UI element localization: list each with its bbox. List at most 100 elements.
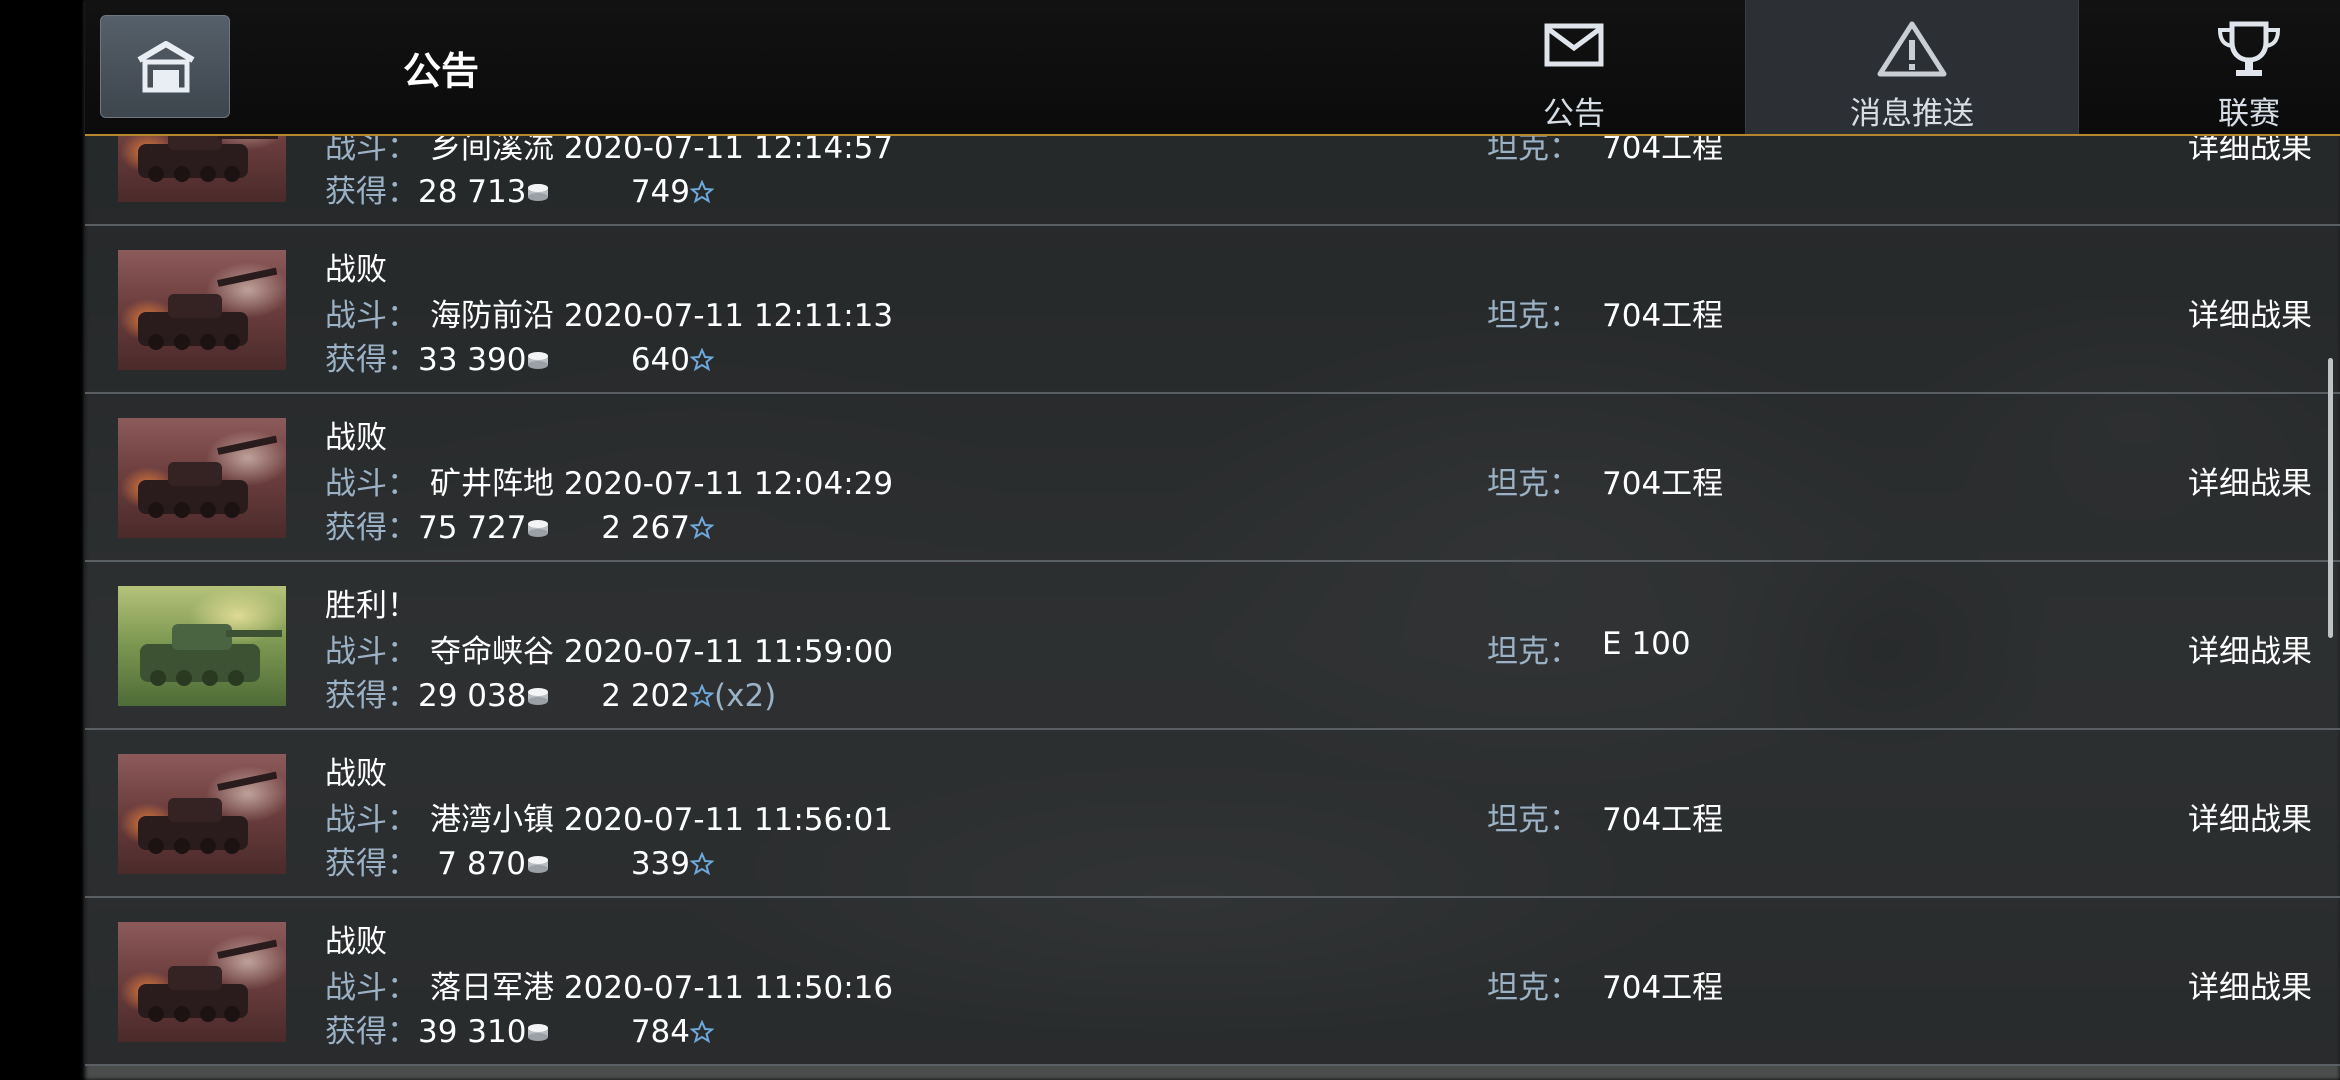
credits-value: 29 038 [418,678,527,714]
details-link[interactable]: 详细战果 [2188,290,2312,335]
trophy-icon [2217,21,2281,76]
map-name: 矿井阵地 [430,466,554,502]
xp-value: 640 [630,342,690,378]
tab-label: 公告 [1543,96,1605,132]
xp-value: 749 [630,174,690,210]
mail-icon [1544,23,1604,67]
tank-silhouette-icon [140,624,282,686]
map-name: 海防前沿 [430,298,554,334]
xp-star-icon [689,848,715,884]
xp-star-icon [689,680,715,716]
credits-value: 39 310 [418,1014,527,1050]
credits-coin-icon [526,848,550,884]
battle-label: 战斗： [325,970,418,1006]
page-title: 公告 [403,49,480,93]
tank-silhouette-icon [138,771,278,854]
credits-coin-icon [526,680,550,716]
battle-row[interactable]: 战败 战斗： 港湾小镇 2020-07-11 11:56:01 获得： 7 870 3… [85,730,2340,898]
credits-coin-icon [526,344,550,380]
battle-label: 战斗： [325,634,418,670]
xp-multiplier: (x2) [714,678,777,714]
xp-star-icon [689,344,715,380]
battle-row[interactable]: 胜利！ 战斗： 夺命峡谷 2020-07-11 11:59:00 获得：29 03… [85,562,2340,730]
battle-info: 战斗： 矿井阵地 2020-07-11 12:04:29 [325,458,893,503]
tank-silhouette-icon [138,435,278,518]
details-link[interactable]: 详细战果 [2188,794,2312,839]
tank-thumbnail [118,418,286,538]
earned-label: 获得： [325,846,418,882]
earned-label: 获得： [325,678,418,714]
xp-value: 2 267 [601,510,690,546]
tab-notifications[interactable]: 消息推送 [1745,0,2079,134]
earnings: 获得：33 390 640 [325,334,715,380]
tank-name: 704工程 [1602,970,1724,1006]
earned-label: 获得： [325,510,418,546]
tank-label: 坦克： [1487,466,1580,502]
battle-label: 战斗： [325,466,418,502]
xp-value: 339 [630,846,690,882]
details-link[interactable]: 详细战果 [2188,626,2312,671]
credits-value: 28 713 [418,174,527,210]
battle-row[interactable]: 战败 战斗： 落日军港 2020-07-11 11:50:16 获得：39 310… [85,898,2340,1066]
top-bar: 公告 公告 消息推送 联赛 [85,0,2340,136]
tank-thumbnail [118,754,286,874]
battle-list[interactable]: 战斗： 乡间溪流 2020-07-11 12:14:57 获得：28 713 749… [85,0,2340,1080]
earned-label: 获得： [325,342,418,378]
tank-thumbnail [118,586,286,706]
tank-name: E 100 [1602,626,1691,662]
garage-home-button[interactable] [100,15,230,118]
tab-announcements[interactable]: 公告 [1407,0,1741,134]
earned-label: 获得： [325,174,418,210]
tank-silhouette-icon [138,939,278,1022]
earned-label: 获得： [325,1014,418,1050]
battle-info: 战斗： 港湾小镇 2020-07-11 11:56:01 [325,794,893,839]
tank-label: 坦克： [1487,634,1580,670]
game-screen: 战斗： 乡间溪流 2020-07-11 12:14:57 获得：28 713 749… [0,0,2340,1080]
tab-league[interactable]: 联赛 [2082,0,2340,134]
tab-label: 联赛 [2218,96,2280,132]
tank-name: 704工程 [1602,298,1724,334]
tank-name: 704工程 [1602,466,1724,502]
credits-value: 33 390 [418,342,527,378]
details-link[interactable]: 详细战果 [2188,962,2312,1007]
battle-info: 战斗： 夺命峡谷 2020-07-11 11:59:00 [325,626,893,671]
credits-coin-icon [526,512,550,548]
tank-label: 坦克： [1487,298,1580,334]
tank-name: 704工程 [1602,802,1724,838]
xp-star-icon [689,1016,715,1052]
earnings: 获得： 7 870 339 [325,838,715,884]
battle-result: 战败 [325,252,387,288]
credits-coin-icon [526,1016,550,1052]
xp-star-icon [689,176,715,212]
battle-row[interactable]: 战败 战斗： 矿井阵地 2020-07-11 12:04:29 获得：75 727… [85,394,2340,562]
battle-time: 2020-07-11 12:11:13 [563,298,894,334]
xp-value: 784 [630,1014,690,1050]
battle-time: 2020-07-11 11:50:16 [563,970,894,1006]
earnings: 获得：75 727 2 267 [325,502,715,548]
tab-label: 消息推送 [1850,96,1974,132]
earnings: 获得：28 713 749 [325,166,715,212]
xp-star-icon [689,512,715,548]
battle-time: 2020-07-11 11:59:00 [563,634,894,670]
battle-label: 战斗： [325,298,418,334]
details-link[interactable]: 详细战果 [2188,458,2312,503]
battle-time: 2020-07-11 12:04:29 [563,466,894,502]
scrollbar[interactable] [2328,358,2333,638]
credits-value: 7 870 [437,846,526,882]
credits-value: 75 727 [418,510,527,546]
battle-result: 战败 [325,924,387,960]
garage-icon [137,41,195,93]
earnings: 获得：29 038 2 202 (x2) [325,670,776,716]
map-name: 港湾小镇 [430,802,554,838]
map-name: 夺命峡谷 [430,634,554,670]
battle-result: 战败 [325,756,387,792]
battle-info: 战斗： 海防前沿 2020-07-11 12:11:13 [325,290,893,335]
battle-row[interactable]: 战败 战斗： 海防前沿 2020-07-11 12:11:13 获得：33 390… [85,226,2340,394]
battle-result: 战败 [325,420,387,456]
xp-value: 2 202 [601,678,690,714]
map-name: 落日军港 [430,970,554,1006]
credits-coin-icon [526,176,550,212]
earnings: 获得：39 310 784 [325,1006,715,1052]
tank-thumbnail [118,922,286,1042]
battle-time: 2020-07-11 11:56:01 [563,802,894,838]
